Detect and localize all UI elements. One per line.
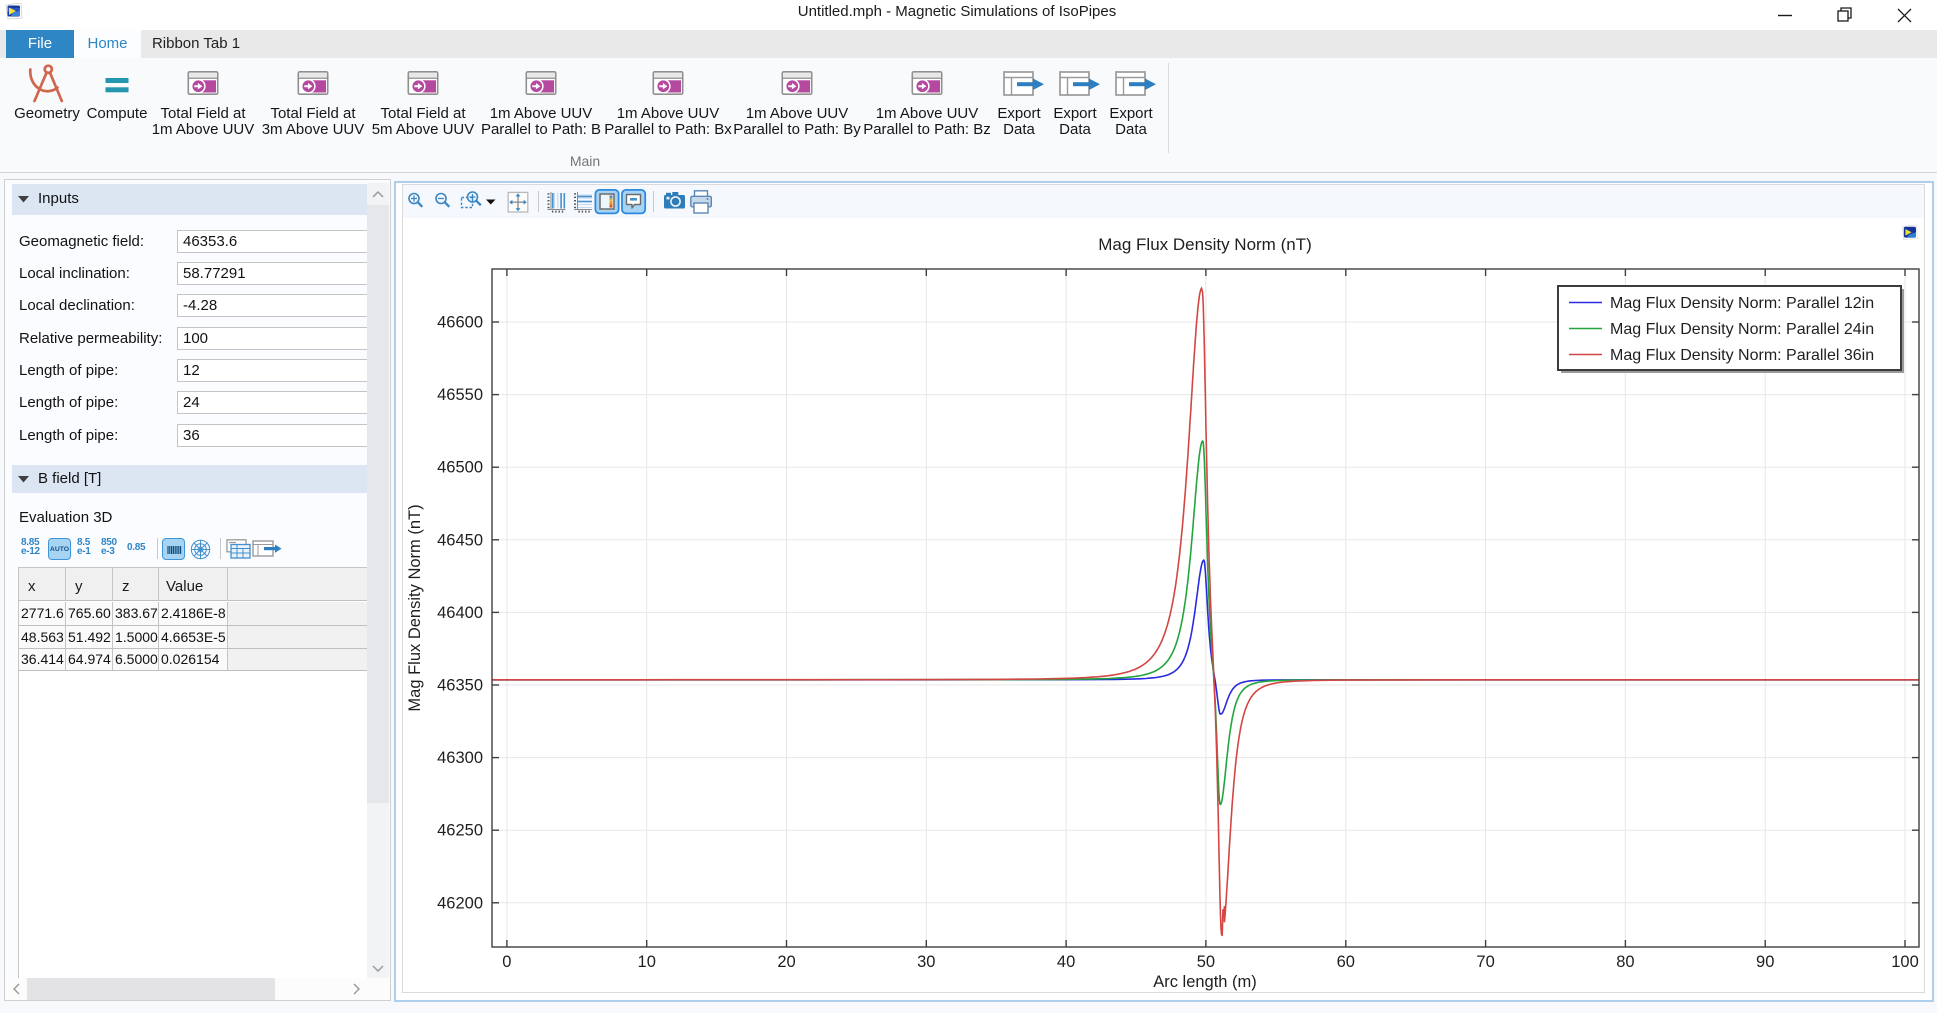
svg-text:Mag Flux Density Norm (nT): Mag Flux Density Norm (nT) — [1098, 235, 1311, 254]
svg-text:100: 100 — [1891, 953, 1919, 971]
svg-text:46350: 46350 — [437, 677, 483, 695]
svg-text:90: 90 — [1756, 953, 1774, 971]
svg-text:46550: 46550 — [437, 386, 483, 404]
svg-text:Mag Flux Density Norm: Paralle: Mag Flux Density Norm: Parallel 12in — [1610, 295, 1874, 312]
svg-text:10: 10 — [638, 953, 656, 971]
svg-text:Arc length (m): Arc length (m) — [1153, 973, 1257, 991]
svg-text:46600: 46600 — [437, 314, 483, 332]
svg-text:40: 40 — [1057, 953, 1075, 971]
svg-text:46250: 46250 — [437, 822, 483, 840]
svg-text:70: 70 — [1476, 953, 1494, 971]
svg-text:0: 0 — [502, 953, 511, 971]
svg-text:Mag Flux Density Norm: Paralle: Mag Flux Density Norm: Parallel 24in — [1610, 321, 1874, 338]
svg-text:46400: 46400 — [437, 604, 483, 622]
svg-text:46300: 46300 — [437, 749, 483, 767]
svg-text:20: 20 — [777, 953, 795, 971]
svg-text:60: 60 — [1337, 953, 1355, 971]
svg-text:Mag Flux Density Norm: Paralle: Mag Flux Density Norm: Parallel 36in — [1610, 347, 1874, 364]
svg-text:80: 80 — [1616, 953, 1634, 971]
svg-text:46450: 46450 — [437, 531, 483, 549]
svg-text:50: 50 — [1197, 953, 1215, 971]
svg-text:Mag Flux Density Norm (nT): Mag Flux Density Norm (nT) — [406, 504, 424, 711]
svg-text:30: 30 — [917, 953, 935, 971]
svg-text:46200: 46200 — [437, 894, 483, 912]
svg-text:46500: 46500 — [437, 459, 483, 477]
